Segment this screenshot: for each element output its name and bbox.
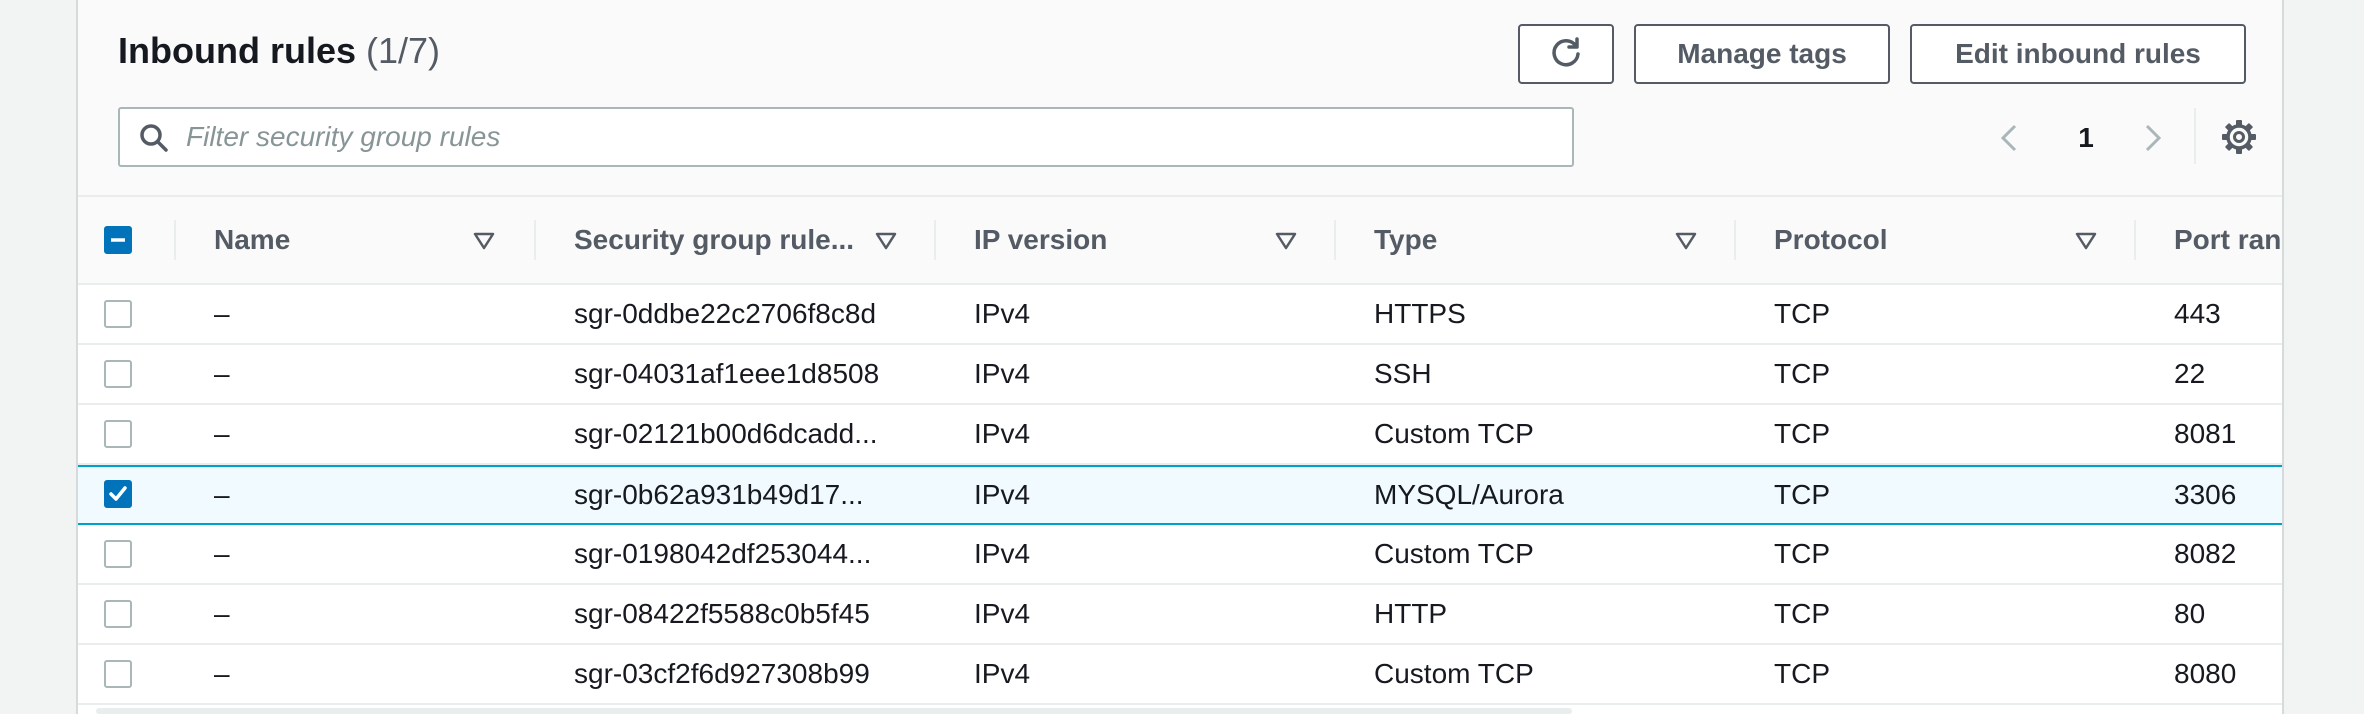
column-separator	[2134, 220, 2136, 260]
refresh-button[interactable]	[1518, 24, 1614, 84]
cell-name: –	[214, 598, 230, 629]
column-separator	[534, 220, 536, 260]
table-row[interactable]: – sgr-02121b00d6dcadd... IPv4 Custom TCP…	[78, 405, 2282, 465]
cell-port-range: 443	[2174, 298, 2221, 329]
column-separator	[1734, 220, 1736, 260]
cell-ip-version: IPv4	[974, 538, 1031, 569]
cell-ip-version: IPv4	[974, 418, 1031, 449]
column-header-rule-id[interactable]: Security group rule...	[574, 197, 874, 283]
column-header-ip-version[interactable]: IP version	[974, 197, 1274, 283]
table-row[interactable]: – sgr-0ddbe22c2706f8c8d IPv4 HTTPS TCP 4…	[78, 285, 2282, 345]
column-header-protocol[interactable]: Protocol	[1774, 197, 2074, 283]
cell-ip-version: IPv4	[974, 358, 1031, 389]
row-checkbox[interactable]	[104, 300, 132, 328]
table-row[interactable]: – sgr-04031af1eee1d8508 IPv4 SSH TCP 22	[78, 345, 2282, 405]
horizontal-scrollbar[interactable]	[96, 708, 1572, 714]
search-box	[118, 107, 1574, 167]
select-all-checkbox[interactable]	[104, 226, 132, 254]
cell-name: –	[214, 358, 230, 389]
cell-port-range: 8080	[2174, 658, 2237, 689]
cell-rule-id: sgr-03cf2f6d927308b99	[574, 658, 870, 689]
cell-rule-id: sgr-0ddbe22c2706f8c8d	[574, 298, 877, 329]
cell-type: Custom TCP	[1374, 538, 1534, 569]
cell-rule-id: sgr-0198042df253044...	[574, 538, 872, 569]
cell-port-range: 8081	[2174, 418, 2237, 449]
cell-ip-version: IPv4	[974, 658, 1031, 689]
page-title: Inbound rules (1/7)	[118, 30, 440, 72]
cell-rule-id: sgr-04031af1eee1d8508	[574, 358, 880, 389]
cell-type: Custom TCP	[1374, 658, 1534, 689]
cell-type: HTTP	[1374, 598, 1448, 629]
table-row[interactable]: – sgr-03cf2f6d927308b99 IPv4 Custom TCP …	[78, 645, 2282, 705]
cell-port-range: 8082	[2174, 538, 2237, 569]
table-header: Name Security group rule... IP version T…	[78, 197, 2282, 285]
pagination-divider	[2194, 108, 2196, 164]
cell-type: Custom TCP	[1374, 418, 1534, 449]
chevron-left-icon[interactable]	[1990, 118, 2030, 158]
cell-ip-version: IPv4	[974, 479, 1031, 510]
row-checkbox[interactable]	[104, 600, 132, 628]
column-header-type[interactable]: Type	[1374, 197, 1674, 283]
column-separator	[934, 220, 936, 260]
row-checkbox-checked[interactable]	[104, 480, 132, 508]
column-separator	[1334, 220, 1336, 260]
search-input[interactable]	[186, 117, 1556, 157]
cell-name: –	[214, 418, 230, 449]
row-checkbox[interactable]	[104, 540, 132, 568]
cell-name: –	[214, 298, 230, 329]
cell-port-range: 3306	[2174, 479, 2237, 510]
row-checkbox[interactable]	[104, 660, 132, 688]
cell-name: –	[214, 658, 230, 689]
cell-port-range: 22	[2174, 358, 2206, 389]
cell-protocol: TCP	[1774, 658, 1830, 689]
chevron-right-icon[interactable]	[2132, 118, 2172, 158]
title-text: Inbound rules	[118, 30, 356, 71]
cell-type: HTTPS	[1374, 298, 1466, 329]
cell-protocol: TCP	[1774, 358, 1830, 389]
selection-count: (1/7)	[366, 30, 441, 71]
sort-icon[interactable]	[875, 230, 897, 252]
cell-rule-id: sgr-08422f5588c0b5f45	[574, 598, 870, 629]
cell-name: –	[214, 479, 230, 510]
table-row[interactable]: – sgr-0198042df253044... IPv4 Custom TCP…	[78, 525, 2282, 585]
cell-protocol: TCP	[1774, 538, 1830, 569]
cell-rule-id: sgr-0b62a931b49d17...	[574, 479, 864, 510]
sort-icon[interactable]	[2075, 230, 2097, 252]
column-header-name[interactable]: Name	[214, 197, 414, 283]
cell-protocol: TCP	[1774, 418, 1830, 449]
manage-tags-button[interactable]: Manage tags	[1634, 24, 1890, 84]
cell-rule-id: sgr-02121b00d6dcadd...	[574, 418, 878, 449]
sort-icon[interactable]	[1275, 230, 1297, 252]
gear-icon[interactable]	[2220, 118, 2258, 156]
cell-name: –	[214, 538, 230, 569]
cell-port-range: 80	[2174, 598, 2206, 629]
sort-icon[interactable]	[473, 230, 495, 252]
page-number[interactable]: 1	[2066, 118, 2106, 158]
cell-protocol: TCP	[1774, 598, 1830, 629]
cell-ip-version: IPv4	[974, 598, 1031, 629]
minus-icon	[111, 238, 125, 242]
edit-inbound-rules-button[interactable]: Edit inbound rules	[1910, 24, 2246, 84]
column-header-port-range[interactable]: Port ranc	[2174, 197, 2282, 283]
row-checkbox[interactable]	[104, 420, 132, 448]
panel-header: Inbound rules (1/7) Manage tags Edit inb…	[78, 0, 2282, 197]
cell-ip-version: IPv4	[974, 298, 1031, 329]
search-icon	[140, 124, 168, 152]
table-row[interactable]: – sgr-08422f5588c0b5f45 IPv4 HTTP TCP 80	[78, 585, 2282, 645]
inbound-rules-panel: Inbound rules (1/7) Manage tags Edit inb…	[76, 0, 2284, 714]
cell-type: MYSQL/Aurora	[1374, 479, 1564, 510]
cell-protocol: TCP	[1774, 479, 1830, 510]
column-separator	[174, 220, 176, 260]
checkmark-icon	[109, 486, 127, 501]
table-row-selected[interactable]: – sgr-0b62a931b49d17... IPv4 MYSQL/Auror…	[78, 465, 2282, 525]
row-checkbox[interactable]	[104, 360, 132, 388]
refresh-icon	[1552, 37, 1580, 67]
sort-icon[interactable]	[1675, 230, 1697, 252]
cell-protocol: TCP	[1774, 298, 1830, 329]
cell-type: SSH	[1374, 358, 1432, 389]
